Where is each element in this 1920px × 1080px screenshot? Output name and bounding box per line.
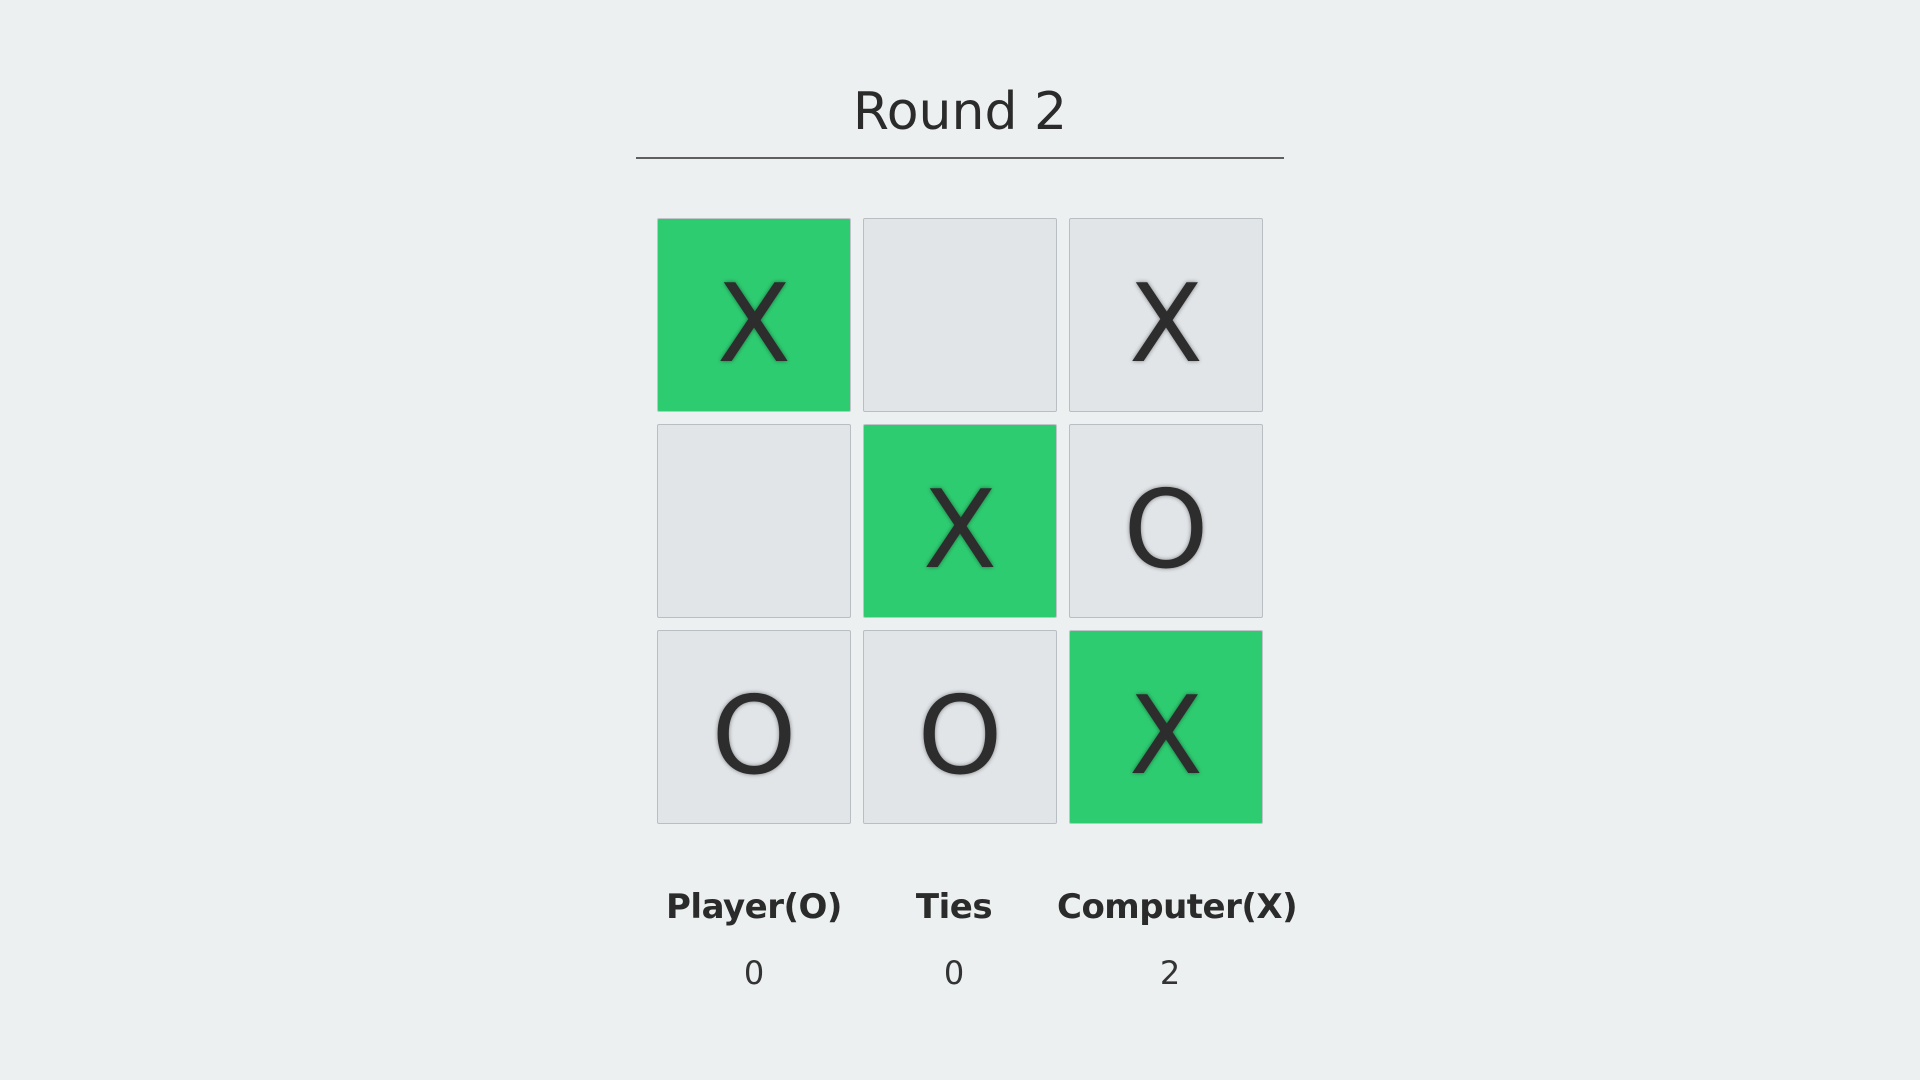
scoreboard: Player(O) 0 Ties 0 Computer(X) 2 xyxy=(657,883,1298,1023)
player-score: Player(O) 0 xyxy=(657,883,851,1023)
board-cell-7[interactable]: O xyxy=(657,630,851,824)
board-cell-1[interactable]: X xyxy=(657,218,851,412)
computer-score-label: Computer(X) xyxy=(1057,887,1298,927)
cell-mark: X xyxy=(923,468,997,593)
cell-mark: O xyxy=(711,674,797,799)
tic-tac-toe-app: Round 2 X X X O O O X Player(O) 0 Ties 0… xyxy=(0,0,1920,1080)
game-board: X X X O O O X xyxy=(657,218,1263,824)
cell-mark: O xyxy=(1123,468,1209,593)
ties-score: Ties 0 xyxy=(857,883,1051,1023)
board-cell-8[interactable]: O xyxy=(863,630,1057,824)
cell-mark: X xyxy=(1129,262,1203,387)
cell-mark: X xyxy=(717,262,791,387)
cell-mark: O xyxy=(917,674,1003,799)
round-header: Round 2 xyxy=(636,72,1284,159)
board-cell-3[interactable]: X xyxy=(1069,218,1263,412)
ties-score-value: 0 xyxy=(943,954,965,992)
board-cell-5[interactable]: X xyxy=(863,424,1057,618)
player-score-label: Player(O) xyxy=(666,887,842,927)
computer-score: Computer(X) 2 xyxy=(1057,883,1298,1023)
cell-mark: X xyxy=(1129,674,1203,799)
player-score-value: 0 xyxy=(743,954,765,992)
round-title: Round 2 xyxy=(852,82,1068,142)
board-cell-9[interactable]: X xyxy=(1069,630,1263,824)
board-cell-4[interactable] xyxy=(657,424,851,618)
board-cell-2[interactable] xyxy=(863,218,1057,412)
board-cell-6[interactable]: O xyxy=(1069,424,1263,618)
computer-score-value: 2 xyxy=(1159,954,1181,992)
ties-score-label: Ties xyxy=(915,887,993,927)
